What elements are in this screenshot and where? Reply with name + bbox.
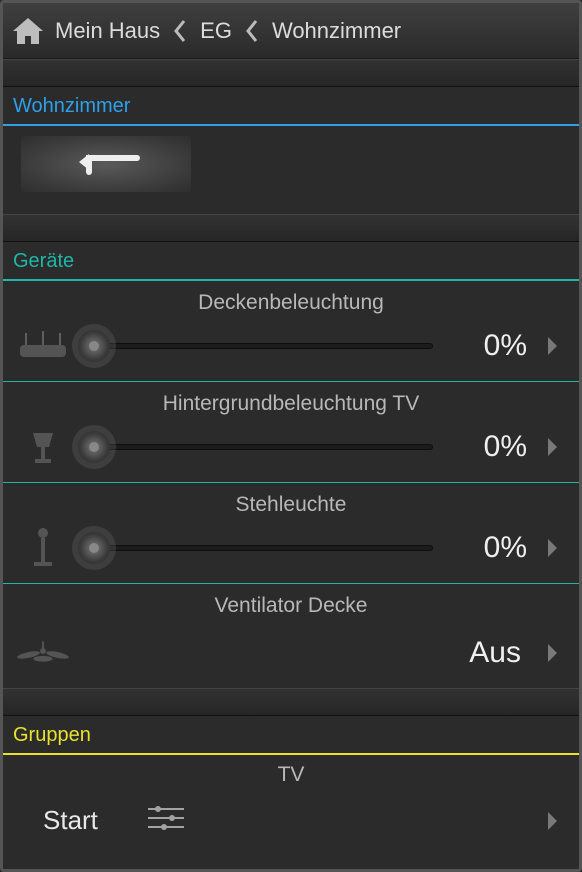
scene-button[interactable] xyxy=(21,136,191,192)
ceiling-fan-icon xyxy=(17,632,69,674)
device-row: Stehleuchte 0% xyxy=(3,483,579,584)
breadcrumb-root[interactable]: Mein Haus xyxy=(55,18,160,44)
slider-thumb[interactable] xyxy=(78,431,110,463)
device-value: Aus xyxy=(469,636,521,670)
sliders-icon[interactable] xyxy=(146,803,186,838)
room-scene-row xyxy=(3,126,579,214)
chevron-right-icon[interactable] xyxy=(541,335,565,357)
brightness-slider[interactable] xyxy=(83,328,433,364)
chevron-right-icon[interactable] xyxy=(541,537,565,559)
chevron-right-icon[interactable] xyxy=(541,642,565,664)
group-label: TV xyxy=(17,763,565,787)
breadcrumb-level1[interactable]: EG xyxy=(200,18,232,44)
section-divider xyxy=(3,59,579,87)
table-lamp-icon xyxy=(17,426,69,468)
home-icon[interactable] xyxy=(11,16,45,46)
slider-thumb[interactable] xyxy=(78,532,110,564)
devices-title: Geräte xyxy=(3,242,579,281)
room-title: Wohnzimmer xyxy=(3,87,579,126)
section-divider xyxy=(3,688,579,716)
start-button[interactable]: Start xyxy=(17,795,124,846)
device-value: 0% xyxy=(447,329,527,363)
section-divider xyxy=(3,214,579,242)
chevron-left-icon xyxy=(170,19,190,43)
brightness-slider[interactable] xyxy=(83,429,433,465)
device-label: Stehleuchte xyxy=(17,493,565,517)
return-arrow-icon xyxy=(71,150,141,178)
breadcrumb-level2[interactable]: Wohnzimmer xyxy=(272,18,401,44)
brightness-slider[interactable] xyxy=(83,530,433,566)
floor-lamp-icon xyxy=(17,527,69,569)
device-row: Ventilator Decke Aus xyxy=(3,584,579,688)
device-row: Hintergrundbeleuchtung TV 0% xyxy=(3,382,579,483)
ceiling-light-icon xyxy=(17,325,69,367)
chevron-left-icon xyxy=(242,19,262,43)
chevron-right-icon[interactable] xyxy=(541,810,565,832)
slider-thumb[interactable] xyxy=(78,330,110,362)
device-value: 0% xyxy=(447,531,527,565)
groups-title: Gruppen xyxy=(3,716,579,755)
breadcrumb-bar: Mein Haus EG Wohnzimmer xyxy=(3,3,579,59)
device-label: Deckenbeleuchtung xyxy=(17,291,565,315)
device-row: Deckenbeleuchtung 0% xyxy=(3,281,579,382)
group-row: TV Start xyxy=(3,755,579,868)
device-label: Hintergrundbeleuchtung TV xyxy=(17,392,565,416)
chevron-right-icon[interactable] xyxy=(541,436,565,458)
device-label: Ventilator Decke xyxy=(17,594,565,618)
device-value: 0% xyxy=(447,430,527,464)
